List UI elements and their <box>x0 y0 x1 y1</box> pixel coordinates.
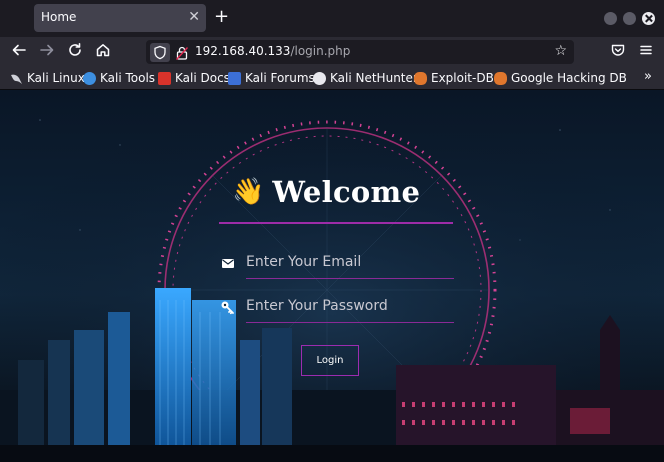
kali-forums-icon <box>228 71 241 85</box>
navigation-bar: 192.168.40.133/login.php ☆ <box>0 37 664 66</box>
waving-hand-icon: 👋 <box>232 177 265 207</box>
back-arrow-icon[interactable] <box>9 42 29 62</box>
url-text[interactable]: 192.168.40.133/login.php <box>195 44 350 58</box>
bookmark-label: Exploit-DB <box>431 71 494 85</box>
close-window-button[interactable] <box>642 12 655 25</box>
maximize-button[interactable] <box>623 12 636 25</box>
bookmark-kali-linux[interactable]: Kali Linux <box>10 70 85 86</box>
chevron-more-icon[interactable]: » <box>644 69 652 84</box>
password-underline <box>246 322 454 323</box>
tab-strip: Home ✕ + <box>0 0 664 37</box>
login-button[interactable]: Login <box>301 345 359 376</box>
bookmark-label: Google Hacking DB <box>511 71 627 85</box>
pocket-icon[interactable] <box>608 42 628 62</box>
kali-tools-icon <box>83 71 96 85</box>
kali-dragon-icon <box>10 72 23 85</box>
address-bar[interactable]: 192.168.40.133/login.php ☆ <box>146 40 574 64</box>
heading-divider <box>219 222 453 224</box>
bookmark-label: Kali Docs <box>175 71 230 85</box>
minimize-button[interactable] <box>604 12 617 25</box>
tab-close-icon[interactable]: ✕ <box>188 9 200 25</box>
email-underline <box>246 278 454 279</box>
tab-home[interactable]: Home ✕ <box>34 4 206 32</box>
password-input[interactable] <box>246 292 452 320</box>
insecure-lock-icon[interactable] <box>175 45 189 65</box>
home-icon[interactable] <box>93 42 113 62</box>
url-host: 192.168.40.133 <box>195 44 291 58</box>
kali-nethunter-icon <box>313 71 326 85</box>
forward-arrow-icon[interactable] <box>37 42 57 62</box>
new-tab-icon[interactable]: + <box>214 8 229 26</box>
bookmark-label: Kali Tools <box>100 71 156 85</box>
browser-window: Home ✕ + 192.168.40.133/login.php ☆ Kali… <box>0 0 664 462</box>
password-field-group <box>220 292 454 323</box>
key-icon <box>220 299 236 315</box>
bookmark-label: Kali NetHunter <box>330 71 418 85</box>
envelope-icon <box>220 255 236 269</box>
welcome-heading: 👋 Welcome <box>218 174 454 210</box>
menu-hamburger-icon[interactable] <box>636 42 656 62</box>
bookmark-kali-forums[interactable]: Kali Forums <box>228 70 315 86</box>
email-input[interactable] <box>246 248 452 276</box>
bookmarks-toolbar: Kali Linux Kali Tools Kali Docs Kali For… <box>0 66 664 90</box>
bookmark-google-hacking-db[interactable]: Google Hacking DB <box>494 70 627 86</box>
welcome-title: Welcome <box>272 175 421 209</box>
bookmark-star-icon[interactable]: ☆ <box>554 43 567 59</box>
exploit-db-icon <box>414 71 427 85</box>
email-field-group <box>220 248 454 279</box>
bookmark-kali-docs[interactable]: Kali Docs <box>158 70 230 86</box>
tracking-protection-shield-icon[interactable] <box>150 43 170 62</box>
bookmark-kali-tools[interactable]: Kali Tools <box>83 70 155 86</box>
bookmark-label: Kali Forums <box>245 71 315 85</box>
login-page: 👋 Welcome Login <box>0 90 664 462</box>
url-path: /login.php <box>290 44 351 58</box>
bookmark-exploit-db[interactable]: Exploit-DB <box>414 70 494 86</box>
tab-title: Home <box>41 10 77 24</box>
ghdb-icon <box>494 71 507 85</box>
bookmark-kali-nethunter[interactable]: Kali NetHunter <box>313 70 418 86</box>
bookmark-label: Kali Linux <box>27 71 85 85</box>
reload-icon[interactable] <box>65 42 85 62</box>
kali-docs-icon <box>158 71 171 85</box>
